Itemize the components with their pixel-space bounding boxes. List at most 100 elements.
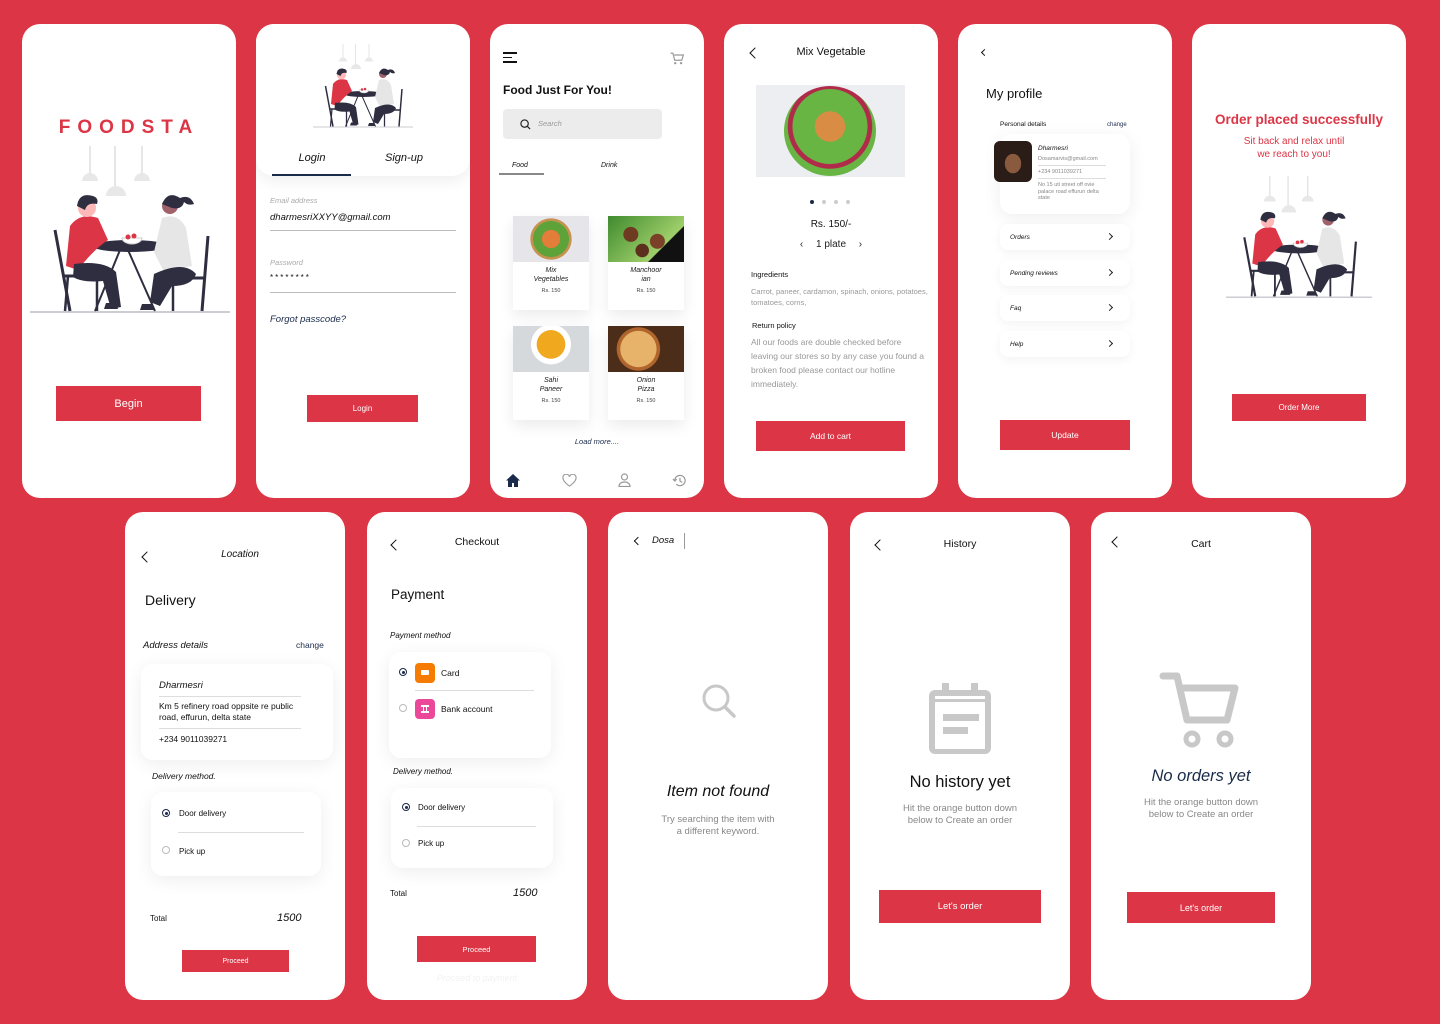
food-price: Rs. 150	[636, 288, 656, 294]
home-title: Food Just For You!	[503, 83, 612, 97]
food-card-manchoorian[interactable]: Manchoor ian Rs. 150	[608, 216, 684, 310]
screen-cart: Cart No orders yet Hit the orange button…	[1091, 512, 1311, 1000]
screen-search-empty: Dosa Item not found Try searching the it…	[608, 512, 828, 1000]
email-label: Email address	[270, 196, 318, 205]
menu-pending-reviews[interactable]: Pending reviews	[1000, 260, 1130, 286]
address-name: Dharmesri	[159, 680, 203, 691]
search-input[interactable]: Search	[503, 109, 662, 139]
carousel-dot[interactable]	[822, 200, 826, 204]
radio-door-delivery[interactable]	[162, 809, 170, 817]
bank-icon	[415, 699, 435, 719]
radio-card[interactable]	[399, 668, 407, 676]
load-more-link[interactable]: Load more....	[490, 437, 704, 446]
card-label[interactable]: Card	[441, 668, 459, 678]
radio-bank-account[interactable]	[399, 704, 407, 712]
password-field[interactable]: ********	[270, 273, 311, 282]
back-icon[interactable]	[633, 536, 643, 546]
carousel-dot[interactable]	[834, 200, 838, 204]
success-title: Order placed successfully	[1214, 112, 1384, 127]
food-card-onion-pizza[interactable]: Onion Pizza Rs. 150	[608, 326, 684, 420]
pick-up-label[interactable]: Pick up	[179, 847, 205, 856]
food-card-sahi-paneer[interactable]: Sahi Paneer Rs. 150	[513, 326, 589, 420]
decrease-icon[interactable]: ‹	[800, 239, 803, 250]
proceed-button[interactable]: Proceed	[182, 950, 289, 972]
door-delivery-label[interactable]: Door delivery	[418, 803, 465, 812]
food-card-mix-vegetables[interactable]: Mix Vegetables Rs. 150	[513, 216, 589, 310]
profile-email: Dosamarvis@gmail.com	[1038, 156, 1098, 162]
no-orders-subtitle: Hit the orange button down below to Creat…	[1143, 797, 1259, 820]
delivery-method-label: Delivery method.	[393, 767, 454, 776]
forgot-passcode-link[interactable]: Forgot passcode?	[270, 314, 346, 325]
food-image-sahi-paneer	[513, 326, 589, 372]
radio-pick-up[interactable]	[402, 839, 410, 847]
dining-illustration	[313, 44, 413, 128]
lets-order-button[interactable]: Let's order	[1127, 892, 1275, 923]
personal-details-label: Personal details	[1000, 121, 1047, 128]
menu-help[interactable]: Help	[1000, 331, 1130, 357]
search-icon	[520, 119, 531, 130]
calendar-icon	[929, 683, 991, 754]
return-policy-label: Return policy	[752, 321, 796, 330]
tab-food[interactable]: Food	[512, 162, 528, 169]
avatar[interactable]	[994, 141, 1032, 182]
carousel-dot[interactable]	[846, 200, 850, 204]
order-more-button[interactable]: Order More	[1232, 394, 1366, 421]
search-query[interactable]: Dosa	[652, 535, 674, 546]
delivery-method-card	[151, 792, 321, 876]
menu-faq[interactable]: Faq	[1000, 295, 1130, 321]
checkout-header: Checkout	[454, 536, 500, 548]
change-link[interactable]: change	[296, 640, 324, 650]
tab-signup[interactable]: Sign-up	[364, 152, 444, 164]
screen-checkout: Checkout Payment Payment method Card Ban…	[367, 512, 587, 1000]
address-text: Km 5 refinery road oppsite re public roa…	[159, 701, 294, 722]
food-image-onion-pizza	[608, 326, 684, 372]
lets-order-button[interactable]: Let's order	[879, 890, 1041, 923]
quantity-stepper: ‹ 1 plate ›	[724, 239, 938, 250]
radio-pick-up[interactable]	[162, 846, 170, 854]
search-placeholder: Search	[538, 119, 562, 128]
food-name: Sahi Paneer	[539, 377, 563, 393]
screen-profile: My profile Personal details change Dharm…	[958, 24, 1172, 498]
menu-icon[interactable]	[503, 52, 517, 63]
tab-drink[interactable]: Drink	[601, 162, 617, 169]
pick-up-label[interactable]: Pick up	[418, 839, 444, 848]
profile-icon[interactable]	[618, 473, 631, 487]
food-name: Onion Pizza	[636, 377, 656, 393]
change-link[interactable]: change	[1107, 122, 1127, 128]
carousel-dot-active[interactable]	[810, 200, 814, 204]
chevron-right-icon	[1105, 303, 1114, 312]
bank-account-label[interactable]: Bank account	[441, 704, 493, 714]
cart-icon[interactable]	[670, 52, 684, 65]
delivery-title: Delivery	[145, 592, 196, 608]
profile-title: My profile	[986, 86, 1043, 101]
menu-orders[interactable]: Orders	[1000, 224, 1130, 250]
tab-login[interactable]: Login	[272, 152, 352, 164]
screen-location: Location Delivery Address details change…	[125, 512, 345, 1000]
history-icon[interactable]	[672, 473, 687, 488]
address-details-label: Address details	[143, 640, 208, 651]
increase-icon[interactable]: ›	[859, 239, 862, 250]
total-label: Total	[150, 914, 167, 923]
screen-home: Food Just For You! Search Food Drink Mix…	[490, 24, 704, 498]
profile-address: No 15 uti street off ovie palace road ef…	[1038, 182, 1099, 201]
radio-door-delivery[interactable]	[402, 803, 410, 811]
divider	[159, 728, 301, 729]
login-button[interactable]: Login	[307, 395, 418, 422]
payment-title: Payment	[391, 587, 445, 602]
profile-phone: +234 9011039271	[1038, 169, 1083, 175]
back-icon[interactable]	[980, 48, 989, 57]
home-icon[interactable]	[505, 473, 521, 488]
divider	[1038, 178, 1106, 179]
food-image-mix-vegetables	[513, 216, 589, 262]
add-to-cart-button[interactable]: Add to cart	[756, 421, 905, 451]
chevron-right-icon	[1105, 268, 1114, 277]
heart-icon[interactable]	[562, 474, 577, 487]
email-field[interactable]: dharmesriXXYY@gmail.com	[270, 212, 391, 223]
brand-logo: FOODSTA	[58, 117, 200, 138]
begin-button[interactable]: Begin	[56, 386, 201, 421]
success-subtitle: Sit back and relax until we reach to you!	[1243, 136, 1345, 160]
door-delivery-label[interactable]: Door delivery	[179, 809, 226, 818]
email-underline	[270, 230, 456, 231]
proceed-button[interactable]: Proceed	[417, 936, 536, 962]
update-button[interactable]: Update	[1000, 420, 1130, 450]
